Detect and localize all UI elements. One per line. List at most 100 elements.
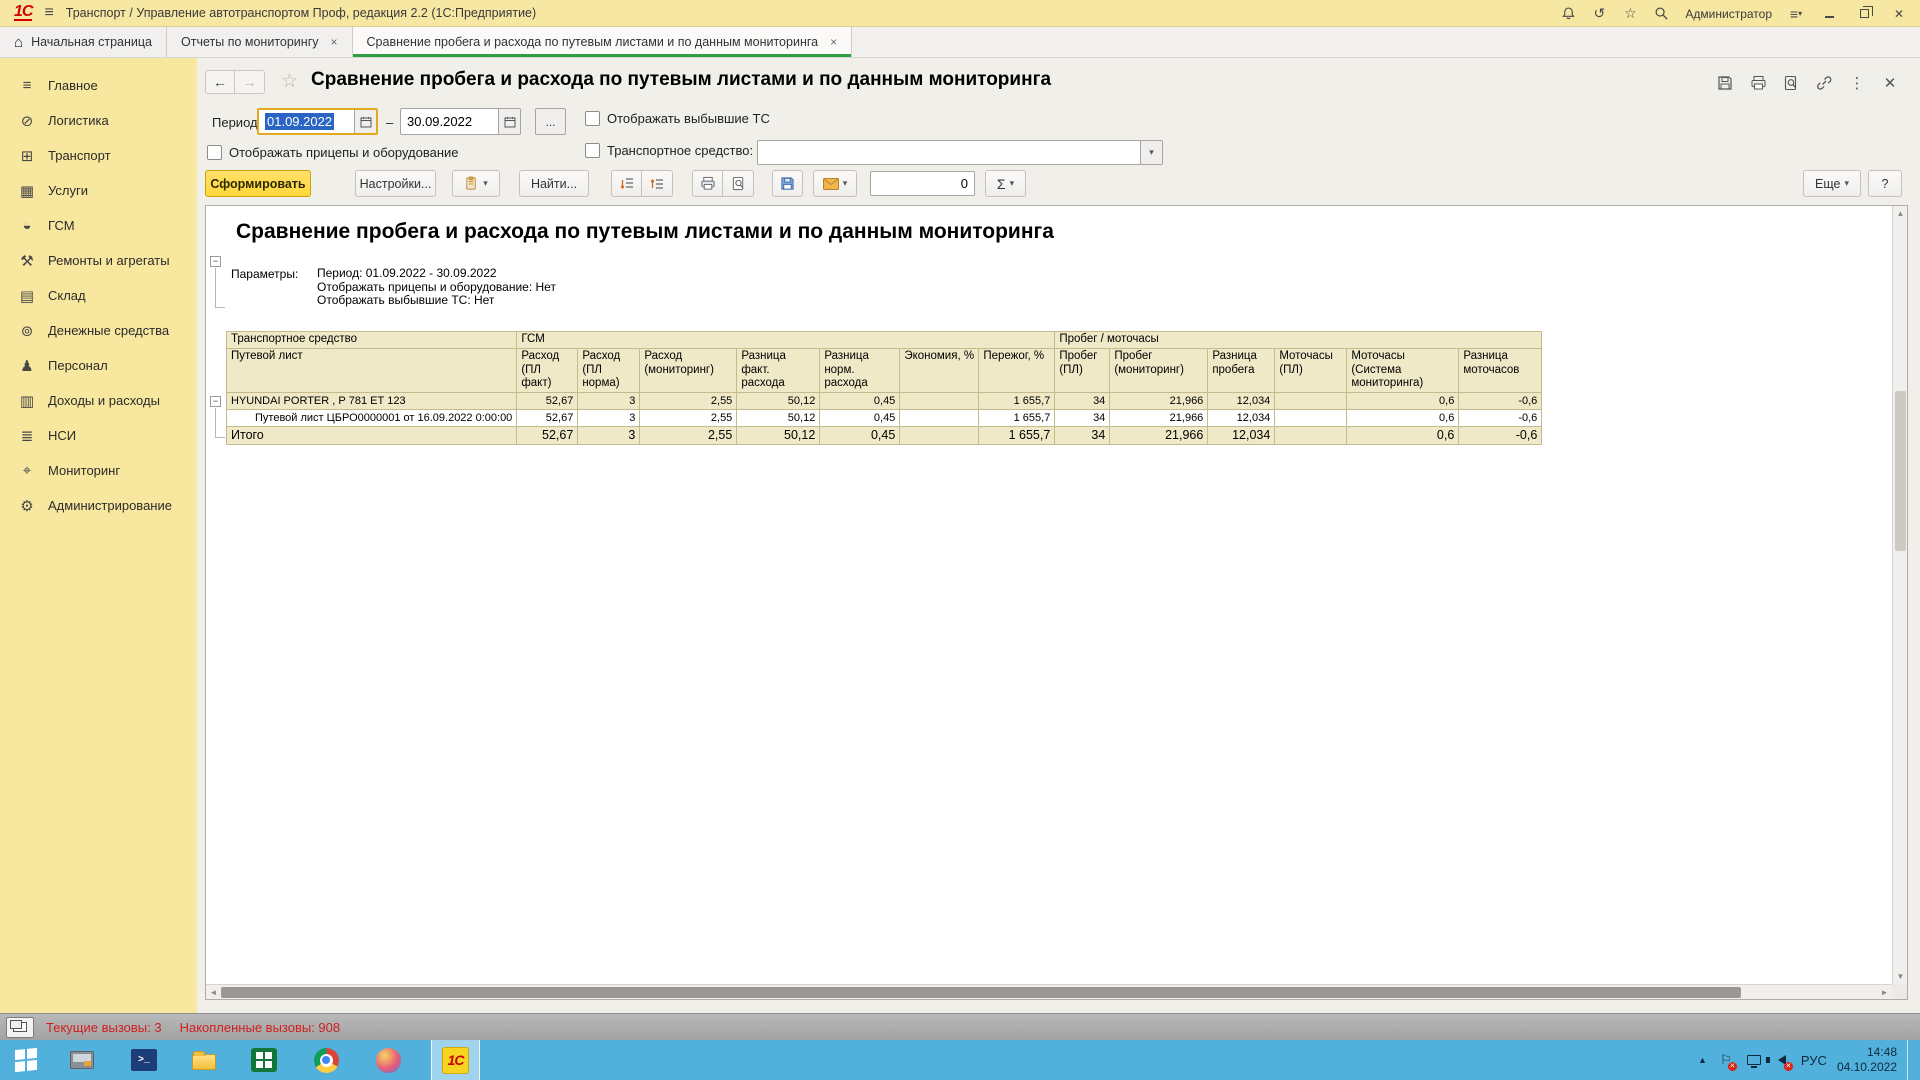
tray-expand-icon[interactable]: ▲ [1698,1055,1707,1065]
row-cell[interactable]: 12,034 [1208,392,1275,409]
vehicle-checkbox[interactable]: Транспортное средство: [585,143,753,158]
collapse-group-icon[interactable]: − [210,396,221,407]
show-trailers-checkbox[interactable]: Отображать прицепы и оборудование [207,145,459,160]
sidebar-item-Склад[interactable]: ▤Склад [0,278,197,313]
row-cell[interactable]: -0,6 [1459,392,1542,409]
period-from-input[interactable]: 01.09.2022 [257,108,378,135]
restore-button[interactable] [1851,4,1877,24]
row-cell[interactable] [900,426,979,444]
row-cell[interactable]: 50,12 [737,426,820,444]
sidebar-item-Услуги[interactable]: ▦Услуги [0,173,197,208]
row-cell[interactable]: 0,45 [820,409,900,426]
preview-button-icon[interactable] [723,170,754,197]
period-more-button[interactable]: ... [535,108,566,135]
sidebar-item-Денежные средства[interactable]: ⊚Денежные средства [0,313,197,348]
back-arrow-icon[interactable]: ← [205,70,235,94]
row-cell[interactable]: 2,55 [640,409,737,426]
row-cell[interactable]: 0,6 [1347,392,1459,409]
network-icon[interactable] [1745,1051,1763,1069]
row-cell[interactable]: 52,67 [517,392,578,409]
taskbar-chrome[interactable] [306,1040,346,1080]
tab-comparison-report[interactable]: Сравнение пробега и расхода по путевым л… [353,27,853,57]
taskbar-explorer[interactable] [184,1040,224,1080]
start-button[interactable] [0,1040,52,1080]
taskbar-app[interactable] [368,1040,408,1080]
row-cell[interactable]: 34 [1055,409,1110,426]
checkbox-box[interactable] [207,145,222,160]
send-mail-icon[interactable]: ▾ [813,170,857,197]
row-cell[interactable]: 3 [578,392,640,409]
checkbox-box[interactable] [585,111,600,126]
row-cell[interactable]: 2,55 [640,392,737,409]
row-cell[interactable]: 21,966 [1110,426,1208,444]
row-label[interactable]: Путевой лист ЦБРО0000001 от 16.09.2022 0… [227,409,517,426]
row-cell[interactable]: 52,67 [517,409,578,426]
show-desktop-button[interactable] [1907,1040,1912,1080]
sidebar-item-Персонал[interactable]: ♟Персонал [0,348,197,383]
row-cell[interactable] [1275,409,1347,426]
service-menu-icon[interactable]: ≡▾ [1785,4,1807,24]
sidebar-item-Доходы и расходы[interactable]: ▥Доходы и расходы [0,383,197,418]
volume-muted-icon[interactable]: ✕ [1773,1051,1791,1069]
notifications-bell-icon[interactable] [1557,4,1579,24]
row-cell[interactable]: 34 [1055,392,1110,409]
taskbar-store[interactable] [244,1040,284,1080]
sidebar-item-Главное[interactable]: ≡Главное [0,68,197,103]
vertical-scrollbar[interactable]: ▲ ▼ [1892,206,1907,984]
scrollbar-thumb[interactable] [1895,391,1906,551]
row-cell[interactable]: 3 [578,409,640,426]
show-retired-checkbox[interactable]: Отображать выбывшие ТС [585,111,770,126]
sidebar-item-ГСМ[interactable]: ◒ГСМ [0,208,197,243]
row-cell[interactable]: 0,45 [820,392,900,409]
row-cell[interactable]: -0,6 [1459,426,1542,444]
scroll-right-icon[interactable]: ► [1877,985,1892,1000]
row-cell[interactable]: 34 [1055,426,1110,444]
row-cell[interactable] [900,392,979,409]
more-button[interactable]: Еще▾ [1803,170,1861,197]
close-window-button[interactable]: ✕ [1886,4,1912,24]
collapse-groups-icon[interactable] [642,170,673,197]
save-icon[interactable] [1715,74,1735,92]
forward-arrow-icon[interactable]: → [235,70,265,94]
autosum-field[interactable] [870,171,975,196]
row-cell[interactable]: 1 655,7 [979,409,1055,426]
row-cell[interactable]: 1 655,7 [979,426,1055,444]
sidebar-item-НСИ[interactable]: ≣НСИ [0,418,197,453]
sidebar-item-Администрирование[interactable]: ⚙Администрирование [0,488,197,523]
find-button[interactable]: Найти... [519,170,589,197]
taskbar-powershell[interactable]: >_ [124,1040,164,1080]
row-cell[interactable]: 50,12 [737,409,820,426]
taskbar-server-manager[interactable] [62,1040,102,1080]
client-sessions-icon[interactable] [6,1017,34,1038]
scroll-left-icon[interactable]: ◄ [206,985,221,1000]
tab-close-icon[interactable]: × [331,35,338,49]
link-icon[interactable] [1814,74,1834,92]
save-result-icon[interactable] [772,170,803,197]
row-cell[interactable] [900,409,979,426]
minimize-button[interactable] [1816,4,1842,24]
tab-close-icon[interactable]: × [830,35,837,49]
sidebar-item-Логистика[interactable]: ⊘Логистика [0,103,197,138]
settings-button[interactable]: Настройки... [355,170,436,197]
row-cell[interactable]: 50,12 [737,392,820,409]
row-label[interactable]: Итого [227,426,517,444]
row-cell[interactable]: 3 [578,426,640,444]
row-cell[interactable]: 0,45 [820,426,900,444]
horizontal-scrollbar[interactable]: ◄ ► [206,984,1892,999]
language-indicator[interactable]: РУС [1801,1053,1827,1068]
action-center-flag-icon[interactable]: ⚐✕ [1717,1051,1735,1069]
sidebar-item-Мониторинг[interactable]: ⌖Мониторинг [0,453,197,488]
row-cell[interactable]: 12,034 [1208,409,1275,426]
search-icon[interactable] [1650,4,1672,24]
row-cell[interactable]: 0,6 [1347,426,1459,444]
row-cell[interactable]: 0,6 [1347,409,1459,426]
print-button-icon[interactable] [692,170,723,197]
main-menu-icon[interactable]: ≡ [44,4,53,22]
row-cell[interactable]: 52,67 [517,426,578,444]
favorite-star-icon[interactable]: ☆ [281,70,298,93]
sidebar-item-Ремонты и агрегаты[interactable]: ⚒Ремонты и агрегаты [0,243,197,278]
row-cell[interactable] [1275,426,1347,444]
favorites-star-icon[interactable]: ☆ [1619,4,1641,24]
tab-home[interactable]: ⌂ Начальная страница [0,27,167,57]
calendar-icon[interactable] [354,110,376,133]
